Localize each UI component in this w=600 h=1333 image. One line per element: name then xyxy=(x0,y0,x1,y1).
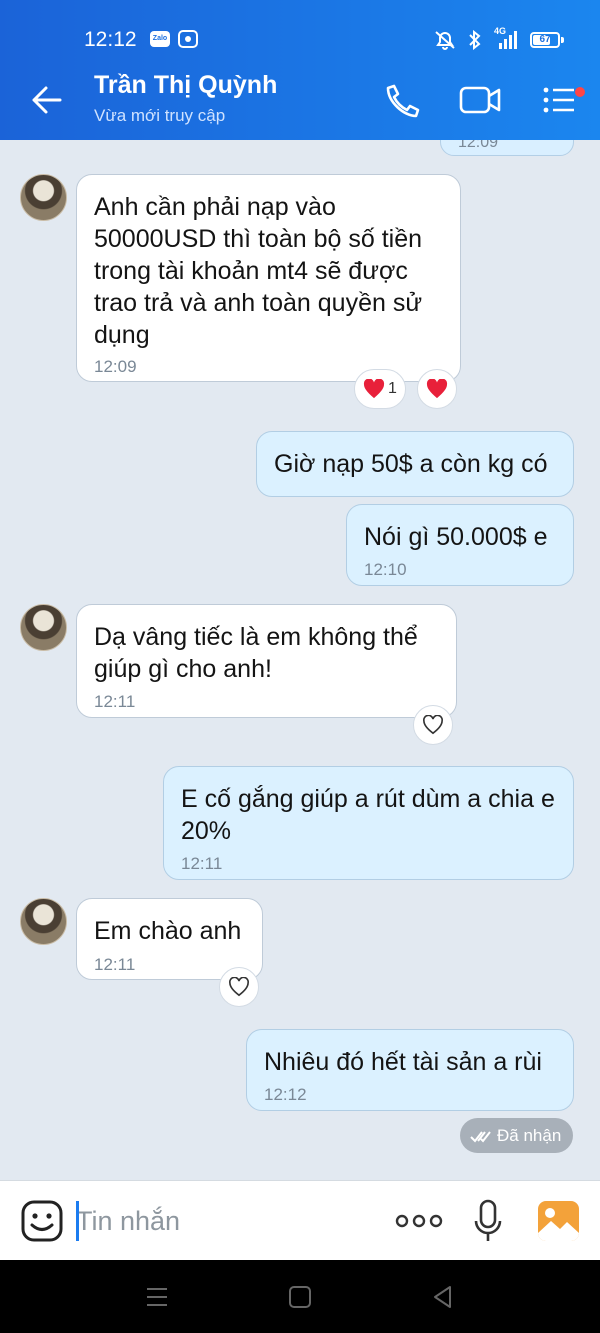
hotspot-icon xyxy=(178,30,198,48)
battery-tip xyxy=(561,37,564,43)
message-text: Nói gì 50.000$ e xyxy=(364,523,548,551)
message-bubble-outgoing[interactable]: E cố gắng giúp a rút dùm a chia e 20% 12… xyxy=(163,766,574,880)
delivery-status-badge: Đã nhận xyxy=(460,1118,573,1153)
chat-area[interactable]: 12:09 Anh cần phải nạp vào 50000USD thì … xyxy=(0,140,600,1180)
react-button[interactable] xyxy=(417,369,457,409)
back-nav-icon[interactable] xyxy=(430,1284,456,1310)
battery-level: 67 xyxy=(539,34,551,45)
contact-name[interactable]: Trần Thị Quỳnh xyxy=(94,71,277,100)
contact-avatar[interactable] xyxy=(20,604,67,651)
message-time: 12:10 xyxy=(364,560,407,579)
message-text: Giờ nạp 50$ a còn kg có xyxy=(274,450,548,478)
heart-reaction[interactable]: 1 xyxy=(354,369,406,409)
contact-status: Vừa mới truy cập xyxy=(94,106,226,125)
chat-header: Trần Thị Quỳnh Vừa mới truy cập xyxy=(0,60,600,140)
phone-icon[interactable] xyxy=(380,80,424,120)
system-navigation-bar xyxy=(0,1260,600,1333)
text-caret xyxy=(76,1201,79,1241)
photo-gallery-icon[interactable] xyxy=(537,1200,580,1242)
message-input[interactable] xyxy=(76,1201,376,1241)
video-camera-icon[interactable] xyxy=(458,80,502,120)
delivery-status-text: Đã nhận xyxy=(497,1126,562,1145)
heart-icon xyxy=(364,379,385,399)
heart-outline-icon xyxy=(229,977,249,997)
message-bubble-outgoing[interactable]: Nhiêu đó hết tài sản a rùi 12:12 xyxy=(246,1029,574,1111)
message-time: 12:11 xyxy=(94,692,136,711)
home-icon[interactable] xyxy=(287,1284,313,1310)
message-text: E cố gắng giúp a rút dùm a chia e 20% xyxy=(181,785,555,845)
message-text: Em chào anh xyxy=(94,917,242,945)
notification-dot xyxy=(575,87,585,97)
bluetooth-icon xyxy=(469,30,481,50)
status-time: 12:12 xyxy=(84,28,137,51)
contact-avatar[interactable] xyxy=(20,898,67,945)
react-button[interactable] xyxy=(413,705,453,745)
message-time: 12:12 xyxy=(264,1085,307,1104)
more-options-icon[interactable] xyxy=(395,1209,443,1233)
heart-icon xyxy=(426,379,448,399)
recent-apps-icon[interactable] xyxy=(144,1284,170,1310)
message-time: 12:11 xyxy=(181,854,223,873)
contact-avatar[interactable] xyxy=(20,174,67,221)
emoji-sticker-icon[interactable] xyxy=(20,1199,64,1243)
message-text: Anh cần phải nạp vào 50000USD thì toàn b… xyxy=(94,193,423,349)
message-time: 12:09 xyxy=(94,357,137,376)
heart-outline-icon xyxy=(423,715,443,735)
message-bubble-incoming[interactable]: Anh cần phải nạp vào 50000USD thì toàn b… xyxy=(76,174,461,382)
battery-icon: 67 xyxy=(530,32,560,48)
double-check-icon xyxy=(470,1131,491,1143)
network-type: 4G xyxy=(494,26,507,36)
microphone-icon[interactable] xyxy=(473,1199,503,1245)
message-bubble-outgoing[interactable]: Giờ nạp 50$ a còn kg có xyxy=(256,431,574,497)
zalo-notification-icon: Zalo xyxy=(150,31,170,47)
message-bubble-outgoing[interactable]: Nói gì 50.000$ e 12:10 xyxy=(346,504,574,586)
message-text: Dạ vâng tiếc là em không thể giúp gì cho… xyxy=(94,623,418,683)
back-arrow-icon[interactable] xyxy=(26,82,66,118)
message-composer xyxy=(0,1180,600,1260)
menu-icon[interactable] xyxy=(538,80,582,120)
mute-bell-icon xyxy=(435,31,455,50)
message-bubble-incoming[interactable]: Dạ vâng tiếc là em không thể giúp gì cho… xyxy=(76,604,457,718)
previous-message-time: 12:09 xyxy=(458,140,499,151)
react-button[interactable] xyxy=(219,967,259,1007)
message-time: 12:11 xyxy=(94,955,136,974)
reaction-count: 1 xyxy=(388,380,397,397)
status-bar: 12:12 Zalo 4G 67 xyxy=(0,0,600,60)
message-text: Nhiêu đó hết tài sản a rùi xyxy=(264,1048,542,1076)
